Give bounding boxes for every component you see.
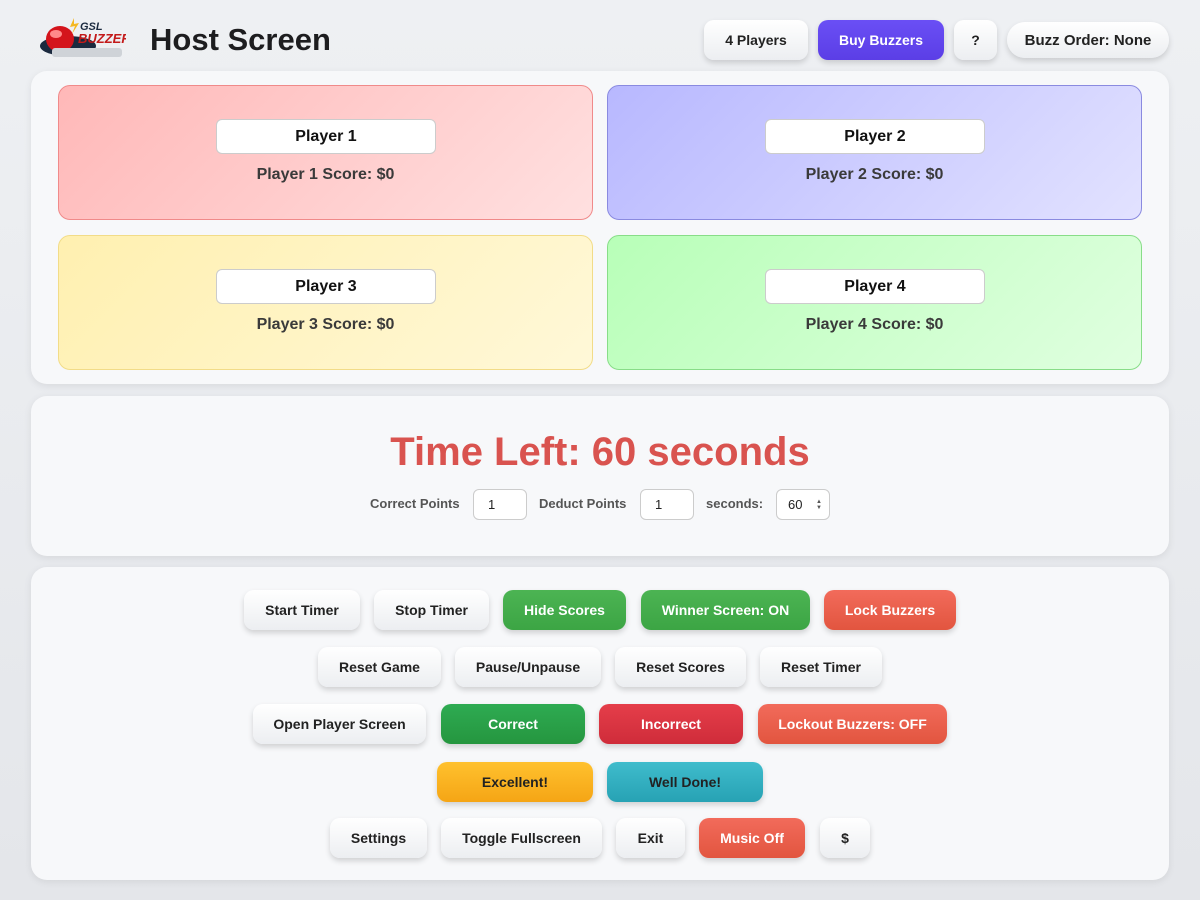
lockout-buzzers-toggle[interactable]: Lockout Buzzers: OFF xyxy=(758,704,947,744)
settings-button[interactable]: Settings xyxy=(330,818,427,858)
player-name-input[interactable]: Player 4 xyxy=(765,269,985,304)
seconds-value: 60 xyxy=(788,497,803,512)
player-card-4: Player 4 Player 4 Score: $0 xyxy=(607,235,1142,370)
logo: BUZZER GSL xyxy=(38,18,131,60)
points-settings-row: Correct Points 1 Deduct Points 1 seconds… xyxy=(31,489,1169,520)
music-off-button[interactable]: Music Off xyxy=(699,818,805,858)
player-name-input[interactable]: Player 1 xyxy=(216,119,436,154)
player-name-input[interactable]: Player 2 xyxy=(765,119,985,154)
seconds-stepper[interactable]: 60 ▲ ▼ xyxy=(776,489,830,520)
player-card-3: Player 3 Player 3 Score: $0 xyxy=(58,235,593,370)
well-done-button[interactable]: Well Done! xyxy=(607,762,763,802)
player-score: Player 4 Score: $0 xyxy=(805,316,944,333)
excellent-button[interactable]: Excellent! xyxy=(437,762,593,802)
spinner-arrows-icon[interactable]: ▲ ▼ xyxy=(816,499,822,511)
player-score: Player 3 Score: $0 xyxy=(256,316,395,333)
seconds-label: seconds: xyxy=(706,496,764,511)
header: BUZZER GSL Host Screen 4 Players Buy Buz… xyxy=(0,0,1200,72)
player-score: Player 2 Score: $0 xyxy=(805,166,944,183)
deduct-points-input[interactable]: 1 xyxy=(640,489,694,520)
deduct-points-label: Deduct Points xyxy=(539,496,627,511)
buzzer-logo-icon: BUZZER GSL xyxy=(40,18,131,57)
svg-text:GSL: GSL xyxy=(80,21,103,33)
players-panel: Player 1 Player 1 Score: $0 Player 2 Pla… xyxy=(31,71,1169,384)
page-title: Host Screen xyxy=(150,22,331,57)
winner-screen-toggle[interactable]: Winner Screen: ON xyxy=(641,590,810,630)
dollar-button[interactable]: $ xyxy=(820,818,870,858)
correct-points-label: Correct Points xyxy=(370,496,460,511)
pause-unpause-button[interactable]: Pause/Unpause xyxy=(455,647,601,687)
open-player-screen-button[interactable]: Open Player Screen xyxy=(253,704,426,744)
buy-buzzers-button[interactable]: Buy Buzzers xyxy=(818,20,944,60)
controls-panel: Start Timer Stop Timer Hide Scores Winne… xyxy=(31,567,1169,880)
player-card-2: Player 2 Player 2 Score: $0 xyxy=(607,85,1142,220)
lock-buzzers-button[interactable]: Lock Buzzers xyxy=(824,590,956,630)
help-button[interactable]: ? xyxy=(954,20,997,60)
stop-timer-button[interactable]: Stop Timer xyxy=(374,590,489,630)
correct-button[interactable]: Correct xyxy=(441,704,585,744)
player-score: Player 1 Score: $0 xyxy=(256,166,395,183)
correct-points-input[interactable]: 1 xyxy=(473,489,527,520)
hide-scores-button[interactable]: Hide Scores xyxy=(503,590,626,630)
exit-button[interactable]: Exit xyxy=(616,818,685,858)
incorrect-button[interactable]: Incorrect xyxy=(599,704,743,744)
players-count-button[interactable]: 4 Players xyxy=(704,20,808,60)
timer-panel: Time Left: 60 seconds Correct Points 1 D… xyxy=(31,396,1169,556)
time-left-display: Time Left: 60 seconds xyxy=(390,430,810,474)
buzz-order-badge: Buzz Order: None xyxy=(1007,22,1169,58)
start-timer-button[interactable]: Start Timer xyxy=(244,590,360,630)
player-card-1: Player 1 Player 1 Score: $0 xyxy=(58,85,593,220)
reset-game-button[interactable]: Reset Game xyxy=(318,647,441,687)
toggle-fullscreen-button[interactable]: Toggle Fullscreen xyxy=(441,818,602,858)
svg-text:BUZZER: BUZZER xyxy=(78,31,126,46)
reset-scores-button[interactable]: Reset Scores xyxy=(615,647,746,687)
player-name-input[interactable]: Player 3 xyxy=(216,269,436,304)
reset-timer-button[interactable]: Reset Timer xyxy=(760,647,882,687)
